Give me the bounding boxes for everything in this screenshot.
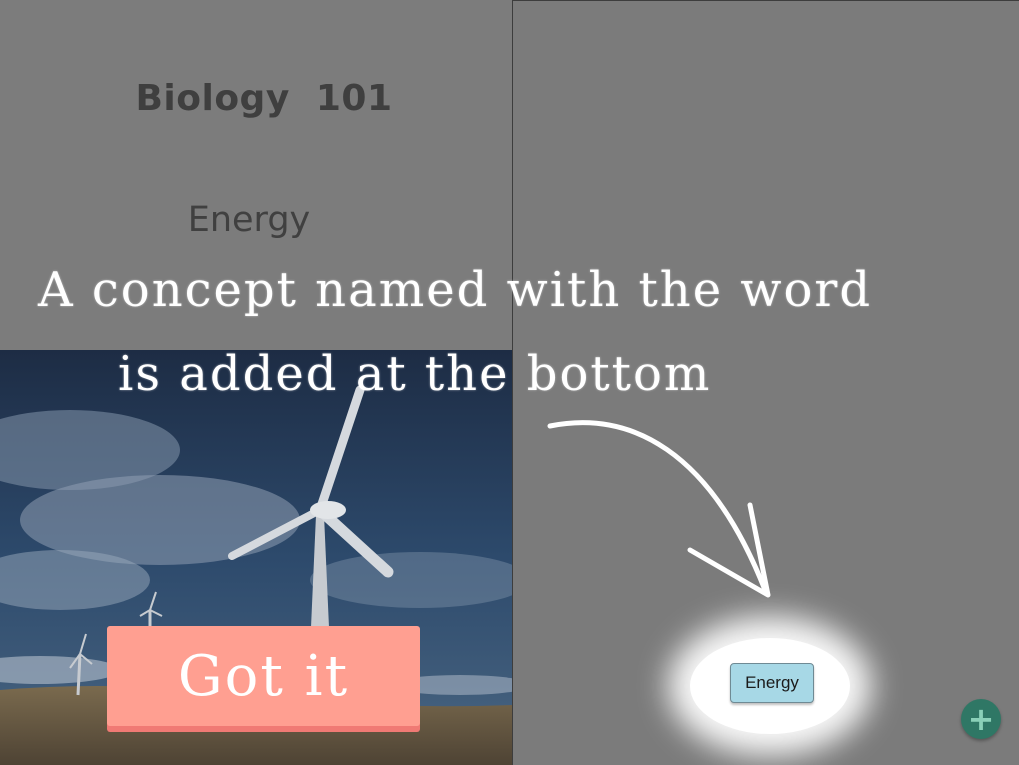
hint-arrow-icon [547, 420, 771, 598]
tutorial-hint-line-2: is added at the bottom [118, 346, 712, 402]
got-it-button[interactable]: Got it [107, 626, 420, 726]
concept-node-energy[interactable]: Energy [730, 663, 814, 703]
add-concept-button[interactable]: + [961, 699, 1001, 739]
tutorial-hint-line-1: A concept named with the word [38, 262, 873, 318]
course-title: Biology 101 [135, 78, 393, 119]
plus-icon: + [967, 700, 995, 738]
topic-word[interactable]: Energy [0, 200, 498, 240]
